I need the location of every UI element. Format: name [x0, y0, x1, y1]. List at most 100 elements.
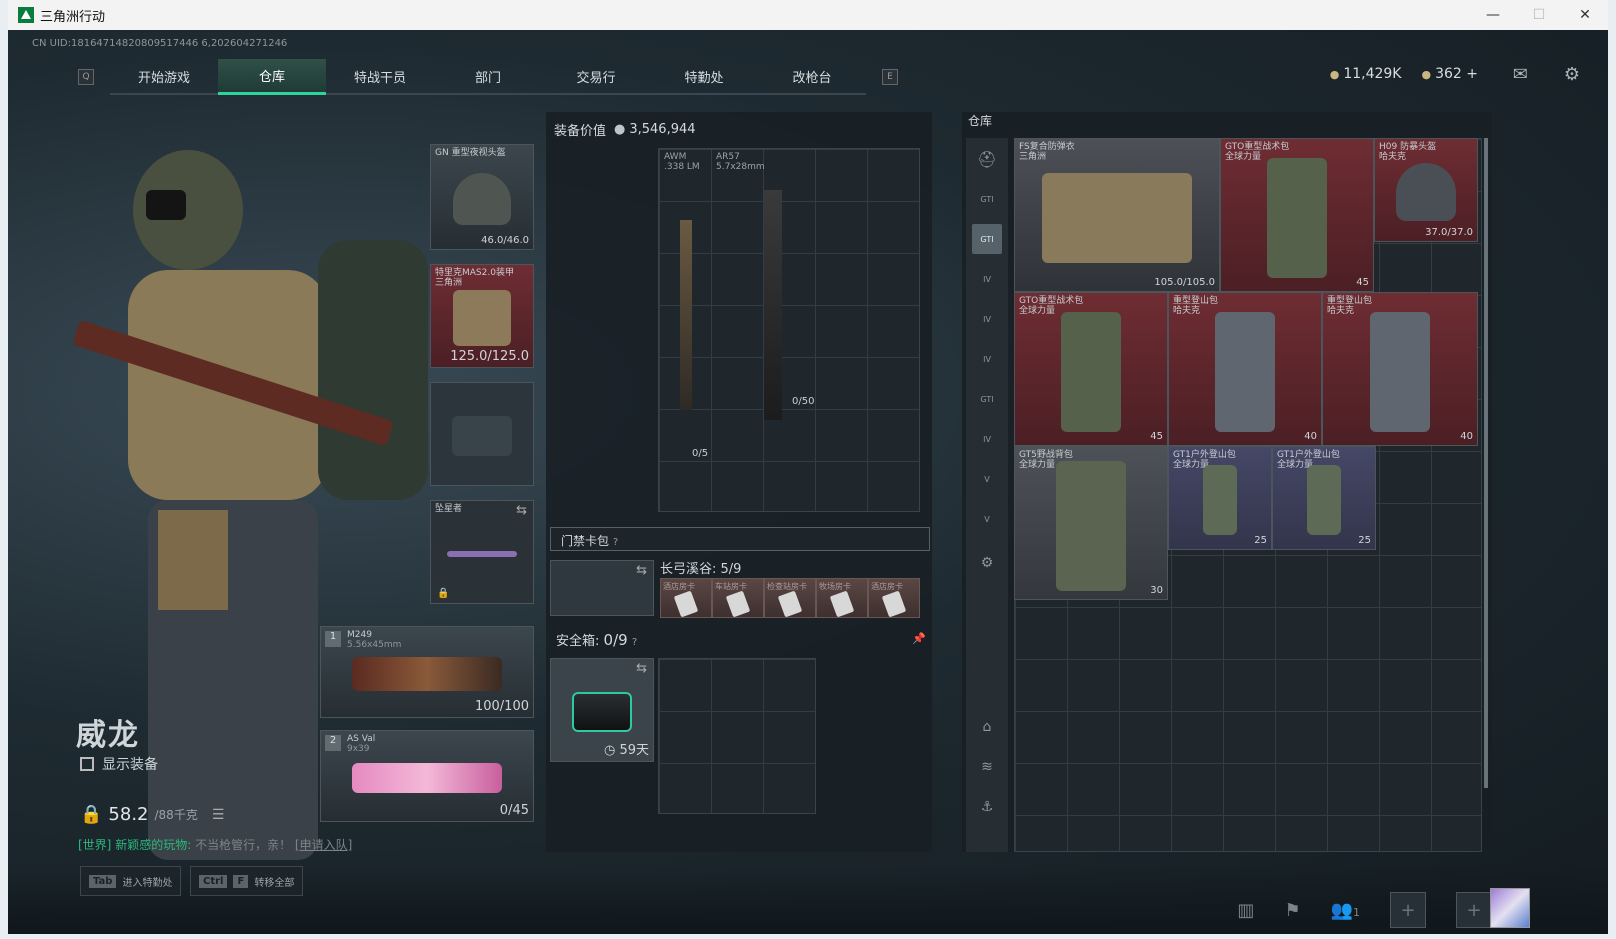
keycard-case-slot[interactable]: ⇆: [550, 560, 654, 616]
weapon-ar57[interactable]: AR57 5.7x28mm: [716, 152, 765, 172]
tab-operators[interactable]: 特战干员: [326, 59, 434, 95]
secondary-weapon-slot[interactable]: AS Val 9x39 2 0/45: [320, 730, 534, 822]
swap-icon[interactable]: ⇆: [636, 661, 647, 676]
ar57-count: 0/50: [792, 396, 815, 407]
transfer-all-hint[interactable]: Ctrl F 转移全部: [190, 866, 304, 896]
tab-gunsmith[interactable]: 改枪台: [758, 59, 866, 95]
warehouse-item[interactable]: H09 防暴头盔 哈夫克 37.0/37.0: [1374, 138, 1478, 242]
tier-filter-icon[interactable]: V: [972, 504, 1002, 534]
warehouse-item[interactable]: GTO重型战术包 全球力量 45: [1014, 292, 1168, 446]
silver-currency: 11,429K: [1330, 66, 1401, 82]
show-equipment-toggle[interactable]: 显示装备: [80, 754, 158, 774]
lock-icon: 🔒: [437, 588, 450, 599]
pin-icon[interactable]: 📌: [912, 632, 926, 645]
item-label: H09 防暴头盔 哈夫克: [1379, 142, 1437, 162]
warehouse-item[interactable]: 重型登山包 哈夫克 40: [1322, 292, 1478, 446]
slot-number: 1: [325, 631, 341, 647]
tier-filter-icon[interactable]: IV: [972, 264, 1002, 294]
secondary-ammo: 0/45: [499, 803, 529, 818]
item-value: 40: [1304, 431, 1317, 442]
keycard-item[interactable]: 牧场房卡: [816, 578, 868, 618]
warehouse-item[interactable]: FS复合防弹衣 三角洲 105.0/105.0: [1014, 138, 1220, 292]
keycard-item[interactable]: 车站房卡: [712, 578, 764, 618]
help-icon[interactable]: ?: [632, 637, 637, 648]
tab-warehouse[interactable]: 仓库: [218, 59, 326, 95]
armor-slot[interactable]: 特里克MAS2.0装甲 三角洲 125.0/125.0: [430, 264, 534, 368]
help-icon[interactable]: ?: [613, 537, 618, 548]
warehouse-item[interactable]: GT1户外登山包 全球力量 25: [1168, 446, 1272, 550]
add-member-button[interactable]: +: [1456, 892, 1492, 928]
awm-caliber: .338 LM: [664, 162, 700, 172]
gold-currency[interactable]: 362 +: [1421, 66, 1478, 82]
close-button[interactable]: ✕: [1562, 0, 1608, 30]
armor-image: [453, 290, 511, 347]
squad-icon[interactable]: 👥1: [1331, 900, 1360, 921]
maximize-button[interactable]: ☐: [1516, 0, 1562, 30]
keycard-item[interactable]: 检查站房卡: [764, 578, 816, 618]
melee-slot[interactable]: 坠星者 ⇆ 🔒: [430, 500, 534, 604]
tab-department[interactable]: 部门: [434, 59, 542, 95]
tier-filter-icon[interactable]: IV: [972, 344, 1002, 374]
tier-filter-icon[interactable]: IV: [972, 304, 1002, 334]
avatar[interactable]: [1490, 888, 1530, 928]
safebox-slot[interactable]: ⇆ ◷ 59天: [550, 658, 654, 762]
mail-icon[interactable]: ✉: [1513, 64, 1528, 85]
gear-icon[interactable]: ⚙: [972, 548, 1002, 578]
safebox-grid[interactable]: [658, 658, 816, 814]
warehouse-item[interactable]: GT1户外登山包 全球力量 25: [1272, 446, 1376, 550]
layers-icon[interactable]: ≋: [972, 752, 1002, 782]
f-key: F: [233, 874, 249, 888]
operator-name: 威龙: [76, 718, 140, 753]
keycard-case-header[interactable]: 门禁卡包 ?: [550, 527, 930, 551]
gear-icon[interactable]: ⚙: [1564, 64, 1580, 85]
swap-icon[interactable]: ⇆: [636, 563, 647, 578]
equipment-value-header: 装备价值 3,546,944: [554, 120, 696, 139]
tab-special-ops[interactable]: 特勤处: [650, 59, 758, 95]
pistol-slot[interactable]: [430, 382, 534, 486]
nav-prev-key[interactable]: Q: [78, 69, 94, 85]
tab-key: Tab: [89, 874, 117, 888]
tier-filter-icon[interactable]: GTI: [972, 384, 1002, 414]
keycard-item[interactable]: 酒店房卡: [868, 578, 920, 618]
minimize-button[interactable]: —: [1470, 0, 1516, 30]
checkbox[interactable]: [80, 757, 94, 771]
tier-filter-icon[interactable]: V: [972, 464, 1002, 494]
swap-icon[interactable]: ⇆: [516, 503, 527, 518]
melee-label: 坠星者: [435, 504, 463, 514]
primary-weapon-slot[interactable]: M249 5.56x45mm 1 100/100: [320, 626, 534, 718]
tier-filter-icon[interactable]: GTI: [972, 224, 1002, 254]
anchor-icon[interactable]: ⚓: [972, 792, 1002, 822]
tier-filter-icon[interactable]: GTI: [972, 184, 1002, 214]
capsule-icon[interactable]: ⌂: [972, 712, 1002, 742]
helmet-slot[interactable]: GN 重型夜视头盔 46.0/46.0: [430, 144, 534, 250]
add-member-button[interactable]: +: [1390, 892, 1426, 928]
asval-image: [352, 762, 502, 793]
helmet-image: [453, 173, 511, 226]
tab-start-game[interactable]: 开始游戏: [110, 59, 218, 95]
nav-next-key[interactable]: E: [882, 69, 898, 85]
primary-weapon-name: M249: [347, 630, 372, 640]
flag-icon[interactable]: ⚑: [1284, 900, 1300, 921]
helmet-filter-icon[interactable]: ⛑: [972, 144, 1002, 174]
warehouse-item[interactable]: 重型登山包 哈夫克 40: [1168, 292, 1322, 446]
item-label: FS复合防弹衣 三角洲: [1019, 142, 1075, 162]
stats-icon[interactable]: ▥: [1237, 900, 1254, 921]
tab-trading[interactable]: 交易行: [542, 59, 650, 95]
keycard-case-label: 门禁卡包: [561, 534, 610, 548]
tier-filter-icon[interactable]: IV: [972, 424, 1002, 454]
keycard-item[interactable]: 酒店房卡: [660, 578, 712, 618]
list-icon[interactable]: ☰: [212, 807, 225, 823]
warehouse-item[interactable]: GTO重型战术包 全球力量 45: [1220, 138, 1374, 292]
item-label: 重型登山包 哈夫克: [1327, 296, 1373, 316]
top-icons: ✉ ⚙: [1513, 64, 1580, 85]
warehouse-item[interactable]: GT5野战背包 全球力量 30: [1014, 446, 1168, 600]
enter-special-ops-hint[interactable]: Tab 进入特勤处: [80, 866, 182, 896]
game-viewport: CN UID:18164714820809517446 6,2026042712…: [8, 30, 1608, 934]
chat-line: [世界] 新颖感的玩物: 不当枪管行，亲！ [申请入队]: [78, 836, 352, 853]
helmet-image: [1396, 163, 1456, 222]
chat-join-link[interactable]: [申请入队]: [295, 838, 352, 852]
warehouse-scrollbar[interactable]: [1484, 138, 1488, 788]
chat-channel: [世界]: [78, 838, 112, 852]
weapon-awm[interactable]: AWM .338 LM: [664, 152, 700, 172]
backpack-image: [1370, 312, 1430, 433]
